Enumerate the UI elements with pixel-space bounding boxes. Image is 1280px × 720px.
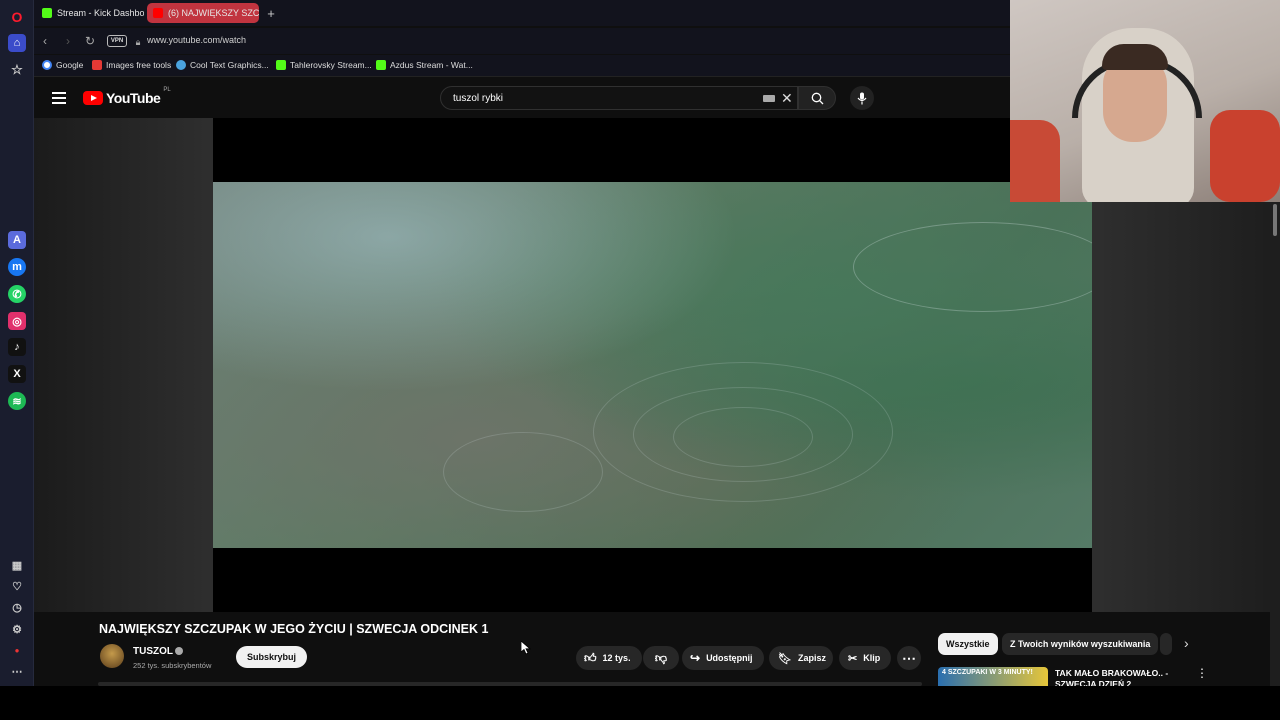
tab-bar: Stream - Kick Dashboard (6) NAJWIĘKSZY S… xyxy=(34,0,1010,26)
spotify-icon[interactable]: ≋ xyxy=(8,392,26,410)
new-tab-button[interactable]: + xyxy=(263,3,279,23)
search-input[interactable] xyxy=(451,87,751,109)
thumbs-up-icon: 👍︎ xyxy=(584,650,597,665)
thumbs-down-icon: 👎︎ xyxy=(654,650,668,665)
tab-kick-dashboard[interactable]: Stream - Kick Dashboard xyxy=(36,3,144,23)
tab-youtube[interactable]: (6) NAJWIĘKSZY SZCZ... xyxy=(147,3,259,23)
tiktok-icon[interactable]: ♪ xyxy=(8,338,26,356)
keyboard-icon[interactable] xyxy=(763,95,775,102)
browser-sidebar: O ⌂ ☆ A m ✆ ◎ ♪ X ≋ ▦ ♡ ◷ ⚙ ● ⋯ xyxy=(0,0,34,686)
bookmarks-bar: Google Images free tools Cool Text Graph… xyxy=(34,55,1010,77)
heart-icon[interactable]: ♡ xyxy=(8,577,26,595)
menu-icon[interactable] xyxy=(52,92,66,104)
video-info: NAJWIĘKSZY SZCZUPAK W JEGO ŻYCIU | SZWEC… xyxy=(34,612,1270,689)
bookmark-icon: 🔖︎ xyxy=(778,652,792,665)
reload-icon[interactable]: ↻ xyxy=(82,33,98,49)
kick-icon xyxy=(276,60,286,70)
save-button[interactable]: 🔖︎ Zapisz xyxy=(769,646,833,670)
scrollbar-thumb[interactable] xyxy=(1273,204,1277,236)
settings-icon[interactable]: ⚙ xyxy=(8,620,26,638)
messenger-icon[interactable]: m xyxy=(8,258,26,276)
tab-label: Stream - Kick Dashboard xyxy=(57,8,144,18)
bookmark-label: Cool Text Graphics... xyxy=(190,60,269,70)
home-icon[interactable]: ⌂ xyxy=(8,34,26,52)
bookmark-cool-text[interactable]: Cool Text Graphics... xyxy=(176,60,269,70)
country-code: PL xyxy=(163,87,171,93)
microphone-icon xyxy=(857,92,867,104)
youtube-logo[interactable]: YouTube PL xyxy=(83,87,171,106)
share-button[interactable]: ↪ Udostępnij xyxy=(682,646,764,670)
clip-label: Klip xyxy=(863,653,881,663)
forward-icon[interactable]: › xyxy=(60,33,76,49)
verified-icon xyxy=(175,647,183,655)
logo-text: YouTube xyxy=(106,90,161,106)
extensions-icon[interactable]: ▦ xyxy=(8,556,26,574)
page-scrollbar[interactable] xyxy=(1270,202,1280,686)
share-icon: ↪ xyxy=(690,651,701,665)
channel-name[interactable]: TUSZOL xyxy=(133,646,173,657)
save-label: Zapisz xyxy=(797,653,826,663)
bookmark-label: Tahlerovsky Stream... xyxy=(290,60,372,70)
share-label: Udostępnij xyxy=(706,653,753,663)
voice-search-button[interactable] xyxy=(850,86,874,110)
star-icon[interactable]: ☆ xyxy=(8,61,26,79)
kick-icon xyxy=(42,8,52,18)
address-bar: ‹ › ↻ VPN 🔒︎ www.youtube.com/watch xyxy=(34,28,1010,54)
chip-from-search[interactable]: Z Twoich wyników wyszukiwania xyxy=(1002,633,1159,655)
youtube-play-icon xyxy=(83,91,103,105)
bookmark-favicon-icon xyxy=(176,60,186,70)
lock-icon[interactable]: 🔒︎ xyxy=(130,34,146,50)
search-icon xyxy=(811,92,823,104)
clip-button[interactable]: ✂ Klip xyxy=(839,646,891,670)
video-player[interactable] xyxy=(213,118,1092,612)
whatsapp-icon[interactable]: ✆ xyxy=(8,285,26,303)
search-box: ✕ xyxy=(440,86,798,110)
search-button[interactable] xyxy=(798,86,836,110)
thumbnail-text: 4 SZCZUPAKI W 3 MINUTY! xyxy=(942,669,1033,676)
scissors-icon: ✂ xyxy=(848,652,858,665)
instagram-icon[interactable]: ◎ xyxy=(8,312,26,330)
bookmark-azdus[interactable]: Azdus Stream - Wat... xyxy=(376,60,473,70)
google-icon xyxy=(42,60,52,70)
youtube-icon xyxy=(153,8,163,18)
chip-all[interactable]: Wszystkie xyxy=(938,633,998,655)
bookmark-label: Azdus Stream - Wat... xyxy=(390,60,473,70)
bookmark-label: Images free tools xyxy=(106,60,172,70)
recommendation-menu-icon[interactable]: ⋮ xyxy=(1196,666,1208,680)
url-field[interactable]: www.youtube.com/watch xyxy=(147,35,246,45)
more-actions-button[interactable]: ⋯ xyxy=(897,646,921,670)
channel-avatar[interactable] xyxy=(100,644,124,668)
clear-icon[interactable]: ✕ xyxy=(781,90,793,106)
chips-next-icon[interactable]: › xyxy=(1184,635,1189,651)
taskbar xyxy=(0,686,1280,720)
history-icon[interactable]: ◷ xyxy=(8,598,26,616)
bookmark-tahlerovsky[interactable]: Tahlerovsky Stream... xyxy=(276,60,372,70)
recommendation-thumbnail[interactable]: 4 SZCZUPAKI W 3 MINUTY! xyxy=(938,667,1048,686)
kick-icon xyxy=(376,60,386,70)
subscribe-button[interactable]: Subskrybuj xyxy=(236,646,308,668)
youtube-header: YouTube PL ✕ xyxy=(34,78,1010,118)
back-icon[interactable]: ‹ xyxy=(37,33,53,49)
video-title: NAJWIĘKSZY SZCZUPAK W JEGO ŻYCIU | SZWEC… xyxy=(99,622,489,636)
tab-label: (6) NAJWIĘKSZY SZCZ... xyxy=(168,8,259,18)
chip-partial[interactable] xyxy=(1160,633,1172,655)
more-icon[interactable]: ⋯ xyxy=(8,662,26,680)
aria-icon[interactable]: A xyxy=(8,231,26,249)
like-button[interactable]: 👍︎ 12 tys. xyxy=(576,646,642,670)
bookmark-label: Google xyxy=(56,60,84,70)
ublock-icon[interactable]: ● xyxy=(8,641,26,659)
bookmark-images-free-tools[interactable]: Images free tools xyxy=(92,60,171,70)
vpn-badge[interactable]: VPN xyxy=(107,35,127,47)
bookmark-google[interactable]: Google xyxy=(42,60,83,70)
video-frame xyxy=(213,182,1092,548)
webcam-overlay xyxy=(1010,0,1280,202)
x-icon[interactable]: X xyxy=(8,365,26,383)
mouse-cursor-icon xyxy=(521,641,531,655)
bookmark-favicon-icon xyxy=(92,60,102,70)
subscriber-count: 252 tys. subskrybentów xyxy=(133,661,212,670)
dislike-button[interactable]: 👎︎ xyxy=(643,646,679,670)
like-count: 12 tys. xyxy=(602,653,631,663)
opera-logo-icon[interactable]: O xyxy=(8,8,26,26)
